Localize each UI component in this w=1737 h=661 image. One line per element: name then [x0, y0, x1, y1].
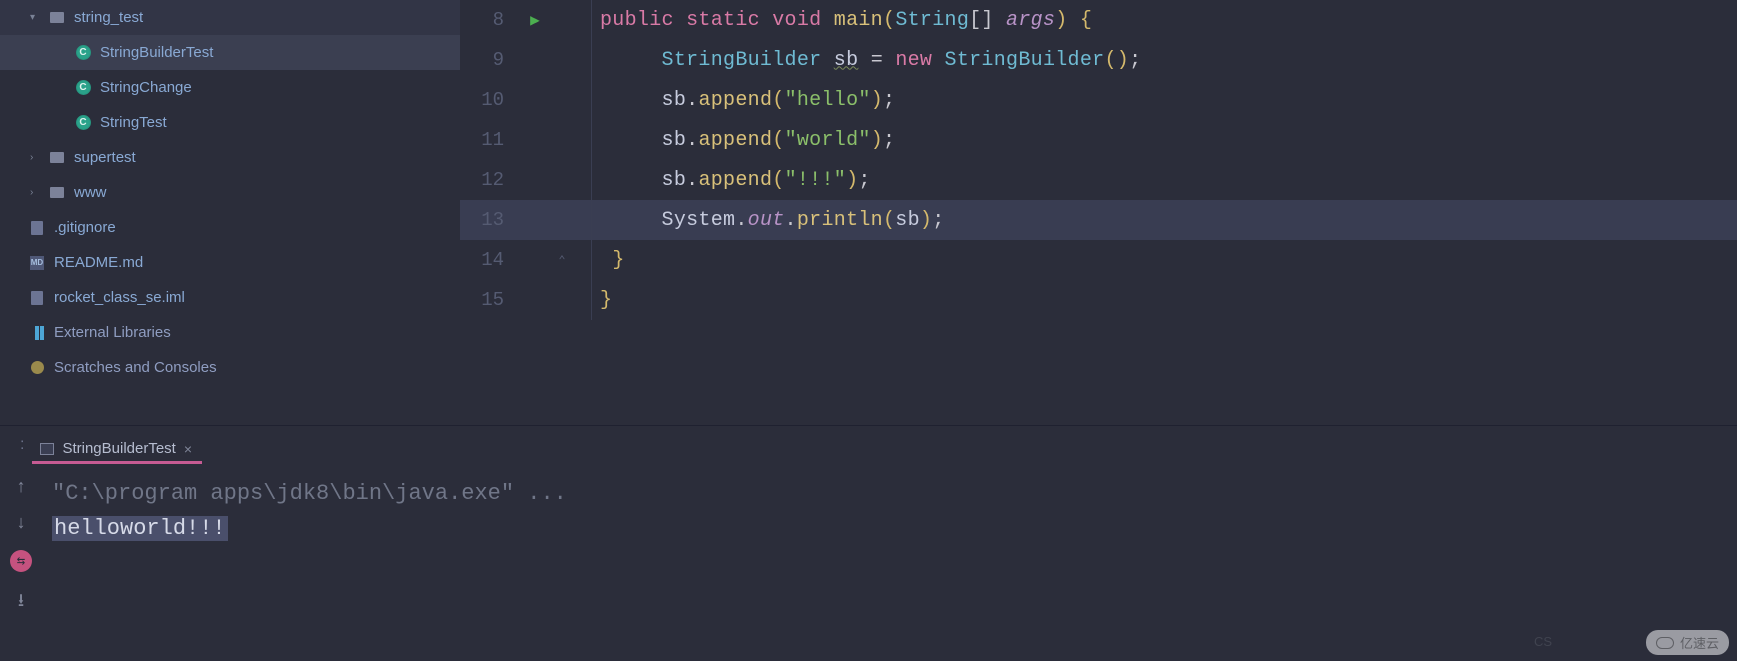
code-text: }	[592, 289, 612, 312]
project-tree: ▾ string_test C StringBuilderTest C Stri…	[0, 0, 460, 425]
code-text: System.out.println(sb);	[592, 209, 945, 232]
tree-class-stringtest[interactable]: C StringTest	[0, 105, 460, 140]
folder-icon	[48, 9, 66, 27]
run-tab-stringbuildertest[interactable]: StringBuilderTest ×	[32, 434, 202, 464]
line-number: 12	[460, 169, 520, 191]
code-text: }	[592, 249, 625, 272]
tree-label: StringChange	[100, 79, 192, 96]
fold-icon[interactable]: ⌃	[550, 253, 574, 268]
class-icon: C	[74, 44, 92, 62]
cloud-icon	[1656, 637, 1674, 649]
console-toolbar: ↑ ↓ ⇆ ⭳	[0, 464, 42, 661]
tree-external-libraries[interactable]: External Libraries	[0, 315, 460, 350]
export-icon[interactable]: ⭳	[18, 588, 24, 618]
run-tab-handle[interactable]: :	[20, 436, 24, 464]
tree-folder-www[interactable]: › www	[0, 175, 460, 210]
line-number: 13	[460, 209, 520, 231]
code-line-14[interactable]: 14 ⌃ }	[460, 240, 1737, 280]
console-command: "C:\program apps\jdk8\bin\java.exe" ...	[52, 476, 1727, 511]
tree-label: StringBuilderTest	[100, 44, 213, 61]
code-text: StringBuilder sb = new StringBuilder();	[592, 49, 1141, 72]
code-editor[interactable]: 8 ▶ public static void main(String[] arg…	[460, 0, 1737, 425]
tree-file-gitignore[interactable]: .gitignore	[0, 210, 460, 245]
class-icon: C	[74, 114, 92, 132]
tree-label: supertest	[74, 149, 136, 166]
application-icon	[40, 443, 54, 455]
soft-wrap-icon[interactable]: ⇆	[10, 550, 32, 572]
tree-label: StringTest	[100, 114, 167, 131]
line-number: 9	[460, 49, 520, 71]
line-number: 8	[460, 9, 520, 31]
code-line-8[interactable]: 8 ▶ public static void main(String[] arg…	[460, 0, 1737, 40]
line-number: 11	[460, 129, 520, 151]
run-gutter-icon[interactable]: ▶	[520, 10, 550, 30]
tree-label: External Libraries	[54, 324, 171, 341]
file-icon	[28, 289, 46, 307]
code-text: sb.append("world");	[592, 129, 895, 152]
code-line-10[interactable]: 10 sb.append("hello");	[460, 80, 1737, 120]
tree-class-stringchange[interactable]: C StringChange	[0, 70, 460, 105]
code-text: sb.append("!!!");	[592, 169, 871, 192]
tree-label: README.md	[54, 254, 143, 271]
line-number: 15	[460, 289, 520, 311]
cs-watermark: CS	[1534, 634, 1552, 649]
file-icon	[28, 219, 46, 237]
console-stdout: helloworld!!!	[52, 511, 1727, 546]
code-line-13[interactable]: 13 System.out.println(sb);	[460, 200, 1737, 240]
run-tabs: : StringBuilderTest ×	[0, 426, 1737, 464]
tree-scratches[interactable]: Scratches and Consoles	[0, 350, 460, 385]
tree-folder-string-test[interactable]: ▾ string_test	[0, 0, 460, 35]
chevron-down-icon: ▾	[30, 12, 44, 23]
code-line-12[interactable]: 12 sb.append("!!!");	[460, 160, 1737, 200]
code-text: sb.append("hello");	[592, 89, 895, 112]
scroll-up-icon[interactable]: ↑	[16, 478, 27, 498]
class-icon: C	[74, 79, 92, 97]
scroll-down-icon[interactable]: ↓	[16, 514, 27, 534]
console-output[interactable]: "C:\program apps\jdk8\bin\java.exe" ... …	[42, 464, 1737, 661]
library-icon	[28, 324, 46, 342]
chevron-right-icon: ›	[30, 152, 44, 163]
scratch-icon	[28, 359, 46, 377]
line-number: 14	[460, 249, 520, 271]
tree-file-readme[interactable]: MD README.md	[0, 245, 460, 280]
folder-icon	[48, 184, 66, 202]
code-line-11[interactable]: 11 sb.append("world");	[460, 120, 1737, 160]
code-text: public static void main(String[] args) {	[592, 9, 1092, 32]
run-panel: : StringBuilderTest × ↑ ↓ ⇆ ⭳ "C:\progra…	[0, 425, 1737, 661]
brand-watermark: 亿速云	[1646, 630, 1729, 655]
code-line-15[interactable]: 15 }	[460, 280, 1737, 320]
tree-label: rocket_class_se.iml	[54, 289, 185, 306]
markdown-icon: MD	[28, 254, 46, 272]
tree-file-iml[interactable]: rocket_class_se.iml	[0, 280, 460, 315]
line-number: 10	[460, 89, 520, 111]
folder-icon	[48, 149, 66, 167]
tree-label: .gitignore	[54, 219, 116, 236]
run-tab-label: StringBuilderTest	[62, 440, 175, 457]
tree-label: www	[74, 184, 107, 201]
tree-label: Scratches and Consoles	[54, 359, 217, 376]
tree-class-stringbuildertest[interactable]: C StringBuilderTest	[0, 35, 460, 70]
close-icon[interactable]: ×	[184, 441, 192, 457]
code-line-9[interactable]: 9 StringBuilder sb = new StringBuilder()…	[460, 40, 1737, 80]
tree-folder-supertest[interactable]: › supertest	[0, 140, 460, 175]
chevron-right-icon: ›	[30, 187, 44, 198]
tree-label: string_test	[74, 9, 143, 26]
